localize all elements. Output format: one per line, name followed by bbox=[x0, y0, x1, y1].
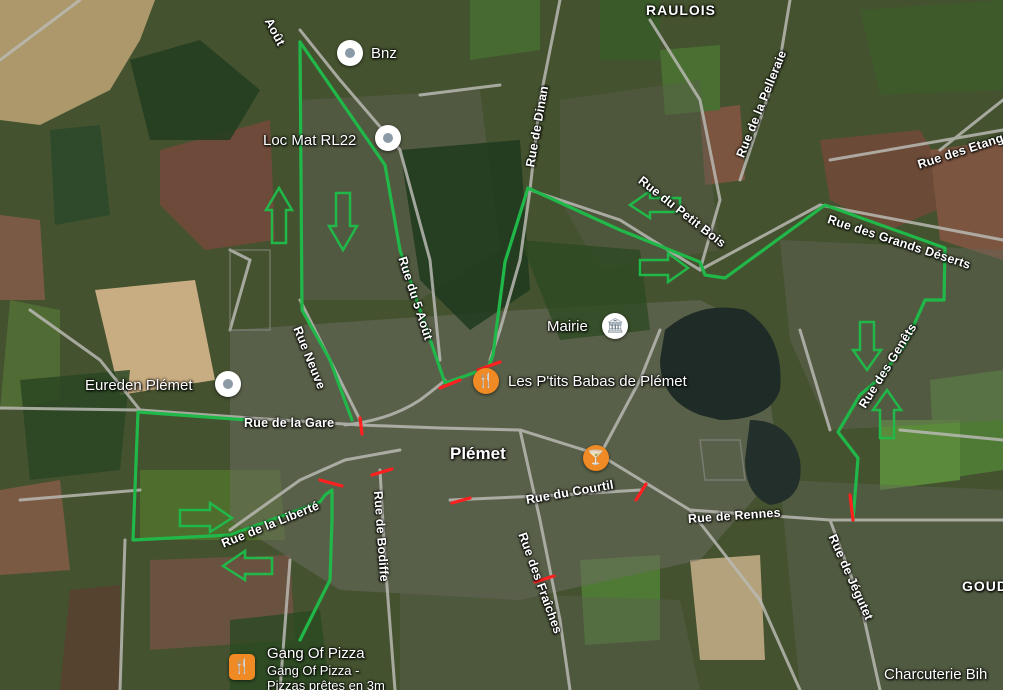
poi-loc-mat[interactable] bbox=[375, 125, 401, 151]
poi-babas[interactable]: 🍴 bbox=[473, 368, 499, 394]
map-edge-strip bbox=[1003, 0, 1021, 690]
poi-sublabel-gang-1: Gang Of Pizza - bbox=[267, 663, 360, 678]
poi-label-mairie[interactable]: Mairie bbox=[547, 318, 588, 335]
location-pin-icon bbox=[345, 48, 355, 58]
cocktail-icon: 🍸 bbox=[587, 450, 605, 466]
satellite-basemap bbox=[0, 0, 1021, 690]
town-label: Plémet bbox=[450, 444, 506, 463]
street-label-rue-de-la-gare: Rue de la Gare bbox=[244, 416, 335, 430]
poi-sublabel-gang-2: Pizzas prêtes en 3m bbox=[267, 678, 385, 690]
fork-knife-icon: 🍴 bbox=[233, 659, 251, 675]
town-hall-icon: 🏛 bbox=[606, 318, 624, 334]
location-pin-icon bbox=[223, 379, 233, 389]
poi-label-bnz[interactable]: Bnz bbox=[371, 45, 397, 62]
closure-marker bbox=[358, 416, 364, 436]
district-label-raulois: RAULOIS bbox=[646, 2, 716, 18]
poi-gang-of-pizza[interactable]: 🍴 bbox=[229, 654, 255, 680]
district-label-goud: GOUD bbox=[962, 578, 1008, 594]
poi-bar[interactable]: 🍸 bbox=[583, 445, 609, 471]
poi-label-gang[interactable]: Gang Of Pizza bbox=[267, 645, 365, 662]
poi-label-babas[interactable]: Les P'tits Babas de Plémet bbox=[508, 373, 687, 390]
location-pin-icon bbox=[383, 133, 393, 143]
poi-mairie[interactable]: 🏛 bbox=[602, 313, 628, 339]
map-view[interactable]: RAULOIS GOUD Plémet Août Rue Neuve Rue d… bbox=[0, 0, 1021, 690]
poi-label-eureden[interactable]: Eureden Plémet bbox=[85, 377, 193, 394]
poi-eureden[interactable] bbox=[215, 371, 241, 397]
poi-bnz[interactable] bbox=[337, 40, 363, 66]
poi-label-charcuterie[interactable]: Charcuterie Bih bbox=[884, 666, 987, 683]
fork-knife-icon: 🍴 bbox=[477, 373, 495, 389]
poi-label-loc-mat[interactable]: Loc Mat RL22 bbox=[263, 132, 356, 149]
